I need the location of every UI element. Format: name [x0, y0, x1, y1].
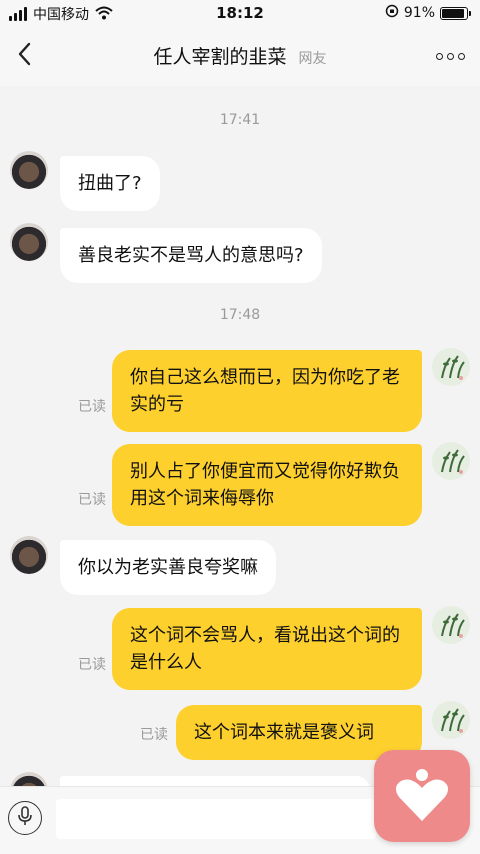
friend-avatar[interactable] — [10, 536, 48, 574]
chat-area[interactable]: 17:41 扭曲了? 善良老实不是骂人的意思吗? 17:48 已读 你自己这么想… — [0, 86, 480, 810]
status-right: 91% — [385, 4, 471, 22]
timestamp: 17:48 — [219, 307, 261, 323]
chat-title: 任人宰割的韭菜 — [153, 46, 287, 68]
message-bubble[interactable]: 别人占了你便宜而又觉得你好欺负用这个词来侮辱你 — [112, 444, 422, 526]
message-bubble[interactable]: 你自己这么想而已，因为你吃了老实的亏 — [112, 350, 422, 432]
battery-fill — [442, 8, 464, 18]
plant-avatar-icon — [441, 613, 465, 638]
chat-subtitle: 网友 — [298, 51, 327, 67]
status-bar: 中国移动 18:12 91% — [0, 0, 480, 28]
friend-avatar[interactable] — [10, 151, 48, 189]
plant-avatar-icon — [441, 708, 465, 733]
more-dots-icon — [435, 52, 443, 60]
plant-avatar-icon — [441, 449, 465, 474]
orientation-lock-icon — [385, 4, 399, 22]
nav-bar: 任人宰割的韭菜 网友 — [0, 28, 480, 86]
chat-header: 任人宰割的韭菜 网友 — [0, 42, 480, 69]
self-avatar[interactable] — [432, 442, 470, 480]
self-avatar[interactable] — [432, 606, 470, 644]
read-status: 已读 — [78, 399, 106, 415]
read-status: 已读 — [140, 727, 168, 743]
read-status: 已读 — [78, 492, 106, 508]
self-avatar[interactable] — [432, 701, 470, 739]
self-avatar[interactable] — [432, 348, 470, 386]
friend-avatar[interactable] — [10, 223, 48, 261]
message-bubble[interactable]: 扭曲了? — [60, 156, 160, 211]
plant-avatar-icon — [441, 355, 465, 380]
message-bubble[interactable]: 这个词不会骂人，看说出这个词的是什么人 — [112, 608, 422, 690]
floating-app-button[interactable] — [374, 750, 470, 842]
heart-person-icon — [389, 761, 455, 831]
read-status: 已读 — [78, 657, 106, 673]
message-bubble[interactable]: 善良老实不是骂人的意思吗? — [60, 228, 322, 283]
battery-icon — [440, 6, 471, 20]
message-bubble[interactable]: 你以为老实善良夸奖嘛 — [60, 540, 276, 595]
microphone-icon — [17, 806, 33, 830]
more-button[interactable] — [432, 44, 468, 68]
voice-button[interactable] — [8, 801, 42, 835]
timestamp: 17:41 — [219, 112, 261, 128]
message-input[interactable] — [56, 799, 376, 839]
battery-percent: 91% — [403, 5, 435, 21]
